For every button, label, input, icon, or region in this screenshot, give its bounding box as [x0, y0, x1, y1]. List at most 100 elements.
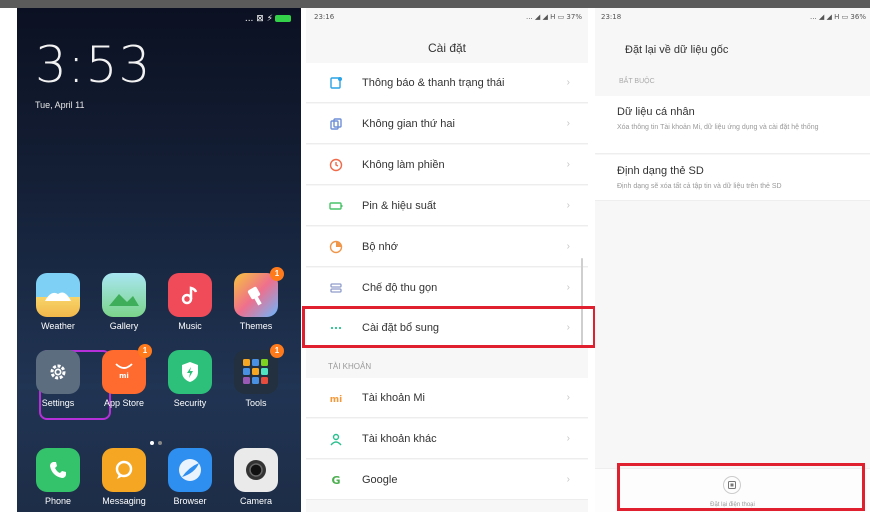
app-label: Messaging [102, 496, 146, 506]
settings-item-one-handed[interactable]: Chế độ thu gọn › [306, 268, 588, 308]
status-bar: ... ⊠ ⚡ [245, 14, 291, 24]
settings-item-other-accounts[interactable]: Tài khoản khác › [306, 419, 588, 459]
settings-item-do-not-disturb[interactable]: Không làm phiền › [306, 145, 588, 185]
battery-icon [275, 15, 291, 22]
top-band [0, 0, 870, 8]
weather-icon [36, 273, 80, 317]
gear-icon [36, 350, 80, 394]
svg-text:mi: mi [330, 395, 342, 405]
chevron-right-icon: › [566, 159, 570, 170]
notification-badge: 1 [270, 344, 284, 358]
settings-item-google[interactable]: G Google › [306, 460, 588, 500]
app-themes[interactable]: 1 Themes [226, 267, 286, 331]
settings-item-label: Không gian thứ hai [362, 117, 455, 130]
settings-item-label: Bộ nhớ [362, 240, 398, 253]
app-label: App Store [103, 398, 145, 408]
phone-icon [36, 448, 80, 492]
settings-item-battery[interactable]: Pin & hiệu suất › [306, 186, 588, 226]
status-icons: ... ◢ ◢ H ▭ 36% [809, 13, 866, 21]
settings-item-mi-account[interactable]: mi Tài khoản Mi › [306, 378, 588, 418]
clock: 3:53 [35, 36, 152, 94]
status-time: 23:18 [601, 13, 622, 21]
home-screen: ... ⊠ ⚡ 3:53 Tue, April 11 Weather Galle… [17, 8, 301, 512]
reset-option-personal-data[interactable]: Dữ liệu cá nhân Xóa thông tin Tài khoản … [595, 96, 870, 154]
app-label: Camera [239, 496, 272, 506]
app-label: Gallery [109, 321, 139, 331]
settings-item-label: Tài khoản khác [362, 432, 437, 445]
app-label: Phone [44, 496, 72, 506]
status-icons: ... ◢ ◢ H ▭ 37% [525, 13, 582, 21]
app-browser[interactable]: Browser [160, 448, 220, 506]
option-title: Dữ liệu cá nhân [617, 106, 695, 118]
reset-button-highlight [617, 463, 865, 511]
app-security[interactable]: Security [160, 350, 220, 408]
app-app-store[interactable]: mi 1 App Store [94, 344, 154, 408]
svg-text:G: G [331, 474, 340, 487]
chevron-right-icon: › [566, 200, 570, 211]
user-icon [328, 431, 344, 447]
status-time: 23:16 [314, 13, 335, 21]
app-label: Themes [239, 321, 273, 331]
reset-option-format-sd[interactable]: Định dạng thẻ SD Định dạng sẽ xóa tất cả… [595, 155, 870, 201]
notification-badge: 1 [270, 267, 284, 281]
page-title: Đặt lại về dữ liệu gốc [625, 44, 729, 56]
settings-item-notifications[interactable]: Thông báo & thanh trạng thái › [306, 63, 588, 103]
date: Tue, April 11 [35, 100, 85, 110]
app-messaging[interactable]: Messaging [94, 448, 154, 506]
music-icon [168, 273, 212, 317]
themes-icon: 1 [234, 267, 284, 317]
app-label: Settings [41, 398, 75, 408]
svg-text:mi: mi [119, 372, 129, 380]
gallery-icon [102, 273, 146, 317]
second-space-icon [328, 116, 344, 132]
notification-icon [328, 75, 344, 91]
settings-item-label: Google [362, 473, 398, 486]
app-store-icon: mi 1 [102, 344, 152, 394]
app-gallery[interactable]: Gallery [94, 273, 154, 331]
app-weather[interactable]: Weather [28, 273, 88, 331]
chevron-right-icon: › [566, 392, 570, 403]
camera-icon [234, 448, 278, 492]
app-label: Browser [173, 496, 207, 506]
app-phone[interactable]: Phone [28, 448, 88, 506]
chevron-right-icon: › [566, 474, 570, 485]
google-icon: G [328, 472, 344, 488]
tools-icon: 1 [234, 344, 284, 394]
app-settings[interactable]: Settings [28, 350, 88, 408]
settings-item-label: Chế độ thu gọn [362, 281, 438, 294]
browser-icon [168, 448, 212, 492]
option-title: Định dạng thẻ SD [617, 165, 704, 177]
settings-screen: 23:16 ... ◢ ◢ H ▭ 37% Cài đặt Thông báo … [306, 8, 588, 512]
mi-icon: mi [328, 390, 344, 406]
additional-settings-highlight [302, 306, 596, 348]
app-tools[interactable]: 1 Tools [226, 344, 286, 408]
messaging-icon [102, 448, 146, 492]
settings-item-label: Pin & hiệu suất [362, 199, 436, 212]
storage-icon [328, 239, 344, 255]
app-label: Tools [245, 398, 267, 408]
settings-item-label: Không làm phiền [362, 158, 445, 171]
chevron-right-icon: › [566, 77, 570, 88]
notification-badge: 1 [138, 344, 152, 358]
page-title: Cài đặt [427, 41, 467, 55]
chevron-right-icon: › [566, 241, 570, 252]
app-label: Music [178, 321, 202, 331]
app-camera[interactable]: Camera [226, 448, 286, 506]
do-not-disturb-icon [328, 157, 344, 173]
chevron-right-icon: › [566, 433, 570, 444]
screenshot-collage: ... ⊠ ⚡ 3:53 Tue, April 11 Weather Galle… [0, 0, 870, 512]
one-handed-icon [328, 280, 344, 296]
factory-reset-screen: 23:18 ... ◢ ◢ H ▭ 36% Đặt lại về dữ liệu… [595, 8, 870, 512]
option-description: Định dạng sẽ xóa tất cả tập tin và dữ li… [617, 183, 782, 190]
app-label: Weather [41, 321, 75, 331]
settings-item-storage[interactable]: Bộ nhớ › [306, 227, 588, 267]
chevron-right-icon: › [566, 118, 570, 129]
section-header-accounts: TÀI KHOẢN [328, 362, 372, 371]
app-music[interactable]: Music [160, 273, 220, 331]
settings-item-label: Tài khoản Mi [362, 391, 425, 404]
battery-icon [328, 198, 344, 214]
security-icon [168, 350, 212, 394]
settings-item-second-space[interactable]: Không gian thứ hai › [306, 104, 588, 144]
app-label: Security [173, 398, 207, 408]
option-description: Xóa thông tin Tài khoản Mi, dữ liệu ứng … [617, 124, 819, 131]
